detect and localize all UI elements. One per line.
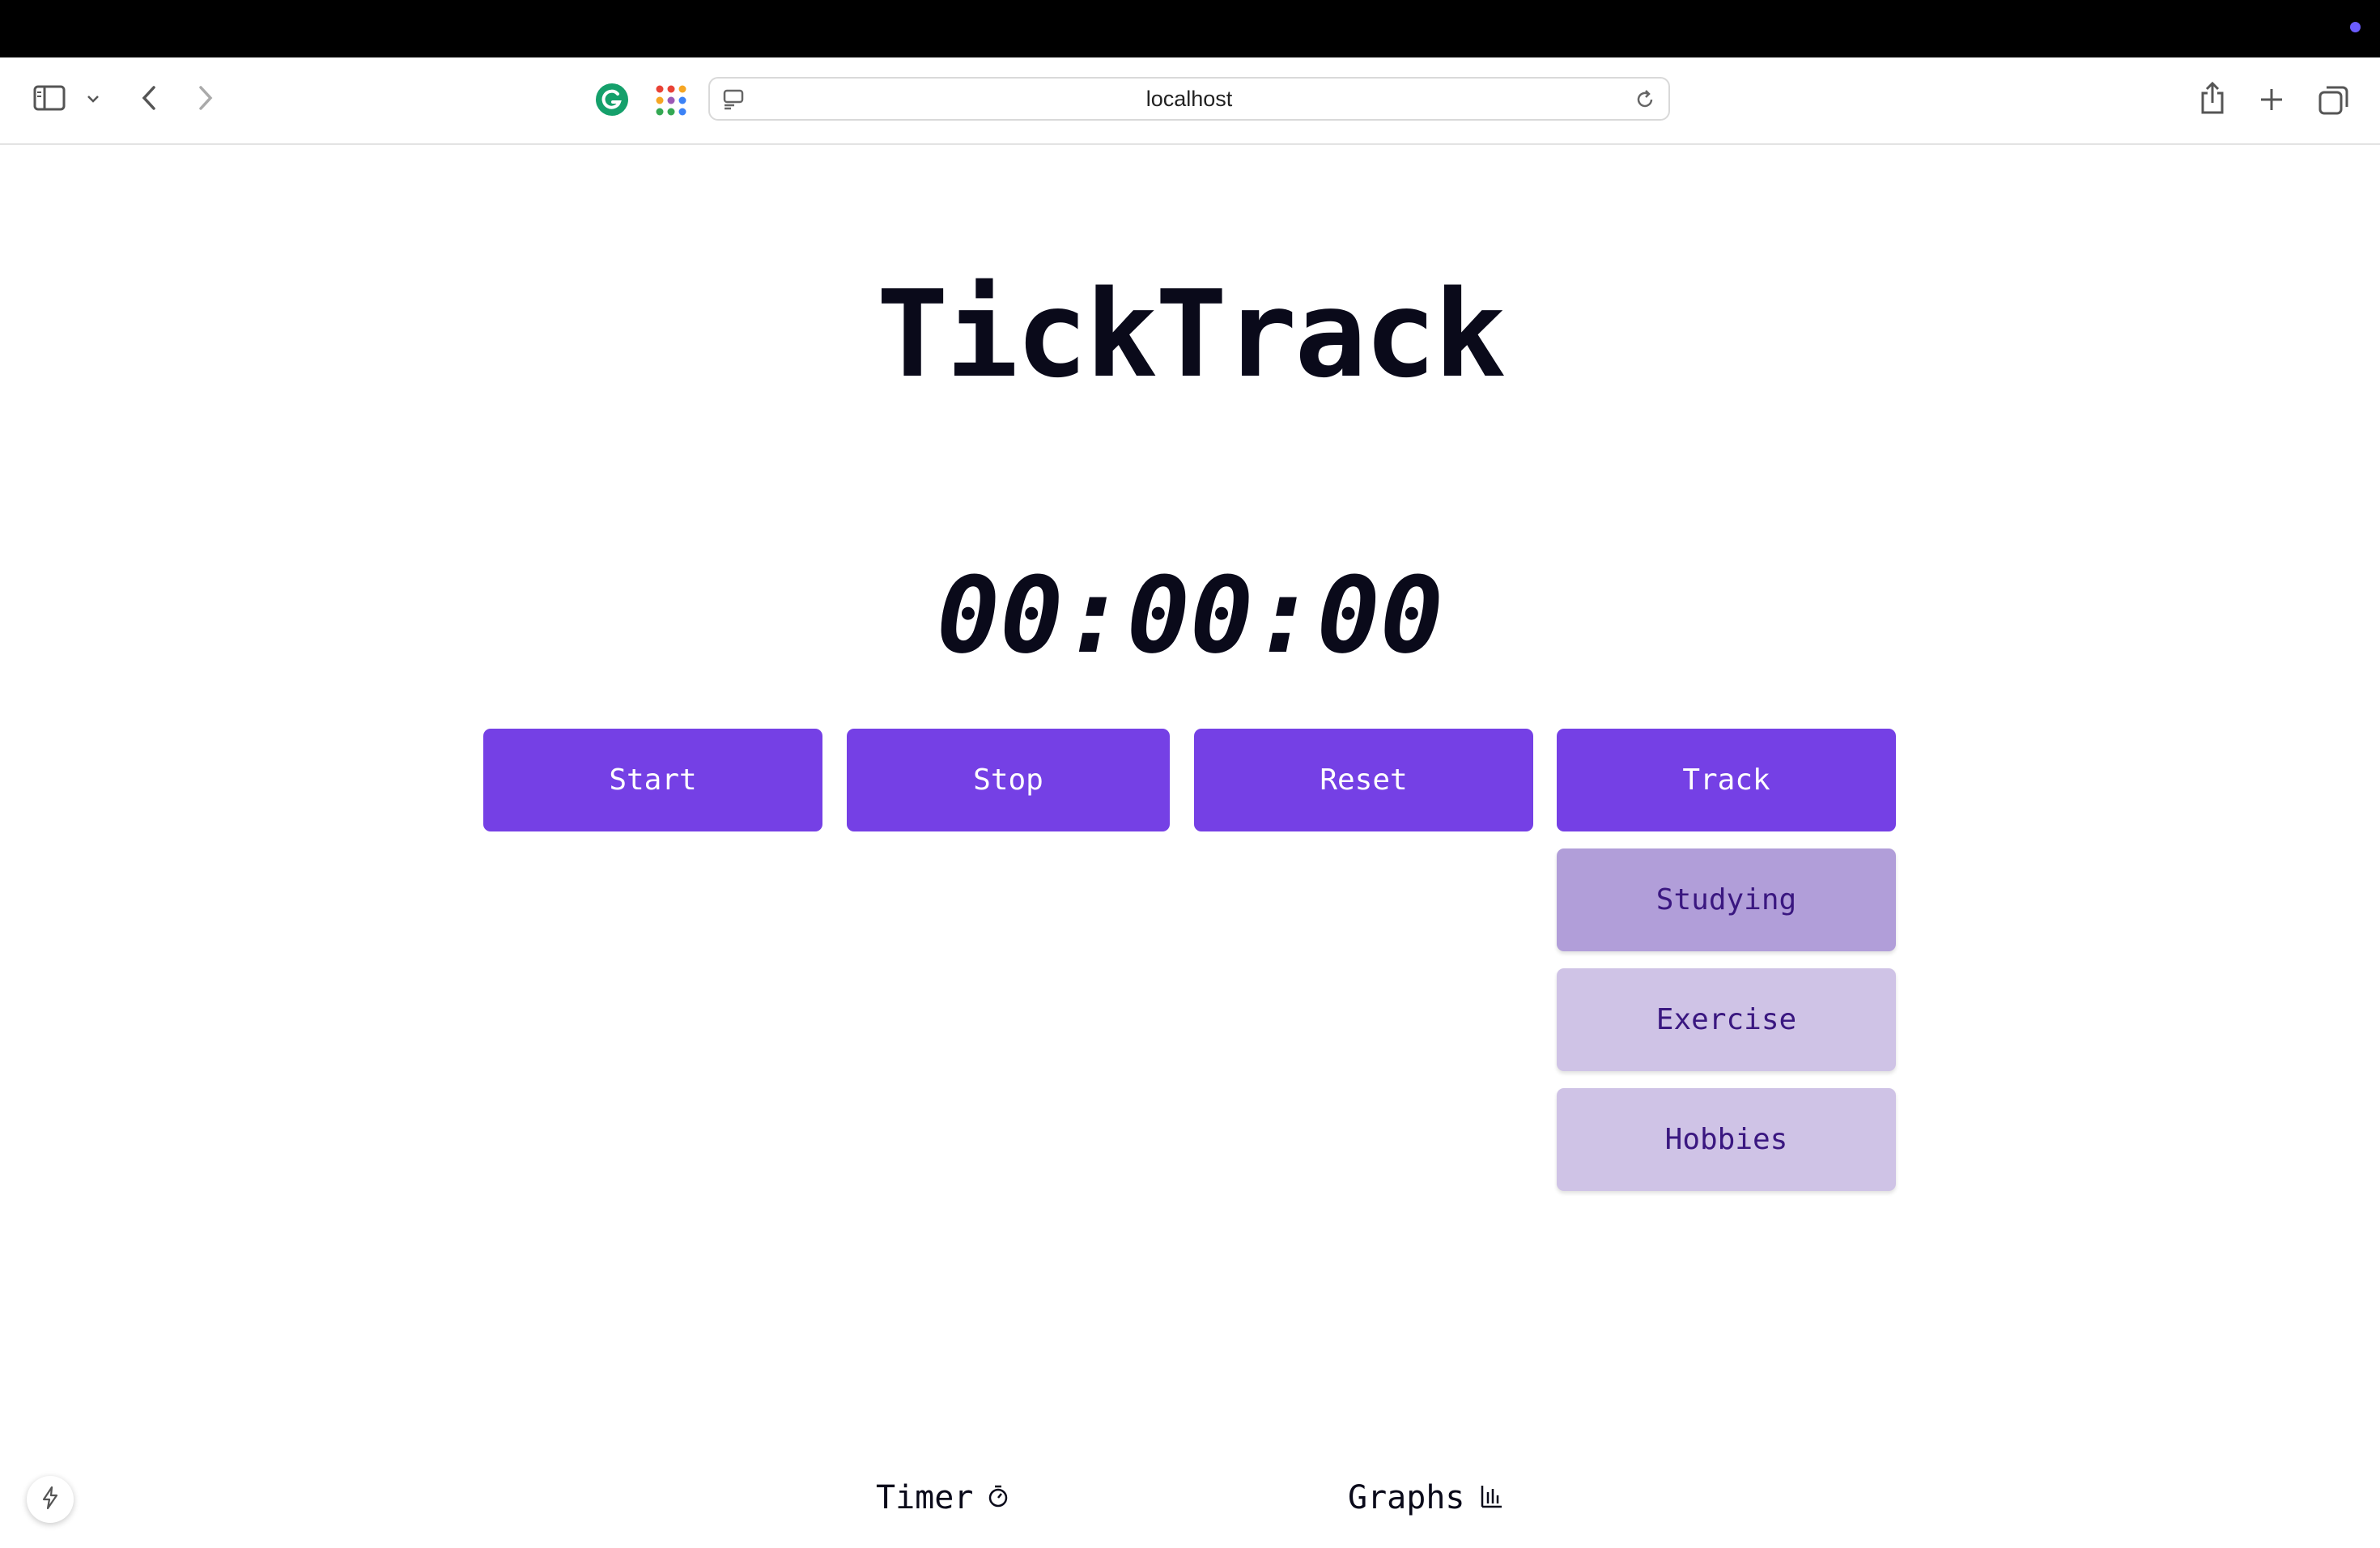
apps-grid-icon[interactable]	[654, 83, 688, 117]
stop-button[interactable]: Stop	[847, 729, 1170, 831]
timer-display: 00:00:00	[936, 554, 1444, 677]
system-menu-bar	[0, 0, 2380, 57]
stopwatch-icon	[988, 1479, 1009, 1516]
grammarly-extension-icon[interactable]	[594, 82, 630, 117]
start-button[interactable]: Start	[483, 729, 822, 831]
dev-tools-button[interactable]	[27, 1476, 74, 1523]
back-arrow-icon[interactable]	[134, 82, 164, 114]
sidebar-toggle-icon[interactable]	[31, 82, 68, 114]
lightning-bolt-icon	[40, 1486, 61, 1513]
chevron-down-icon[interactable]	[84, 90, 102, 108]
url-text: localhost	[1145, 87, 1233, 111]
reload-icon[interactable]	[1633, 88, 1657, 111]
share-icon[interactable]	[2196, 80, 2229, 116]
app-title: TickTrack	[876, 265, 1507, 404]
track-option-exercise[interactable]: Exercise	[1557, 968, 1896, 1071]
track-option-hobbies[interactable]: Hobbies	[1557, 1088, 1896, 1191]
address-bar[interactable]: localhost	[708, 77, 1670, 121]
tab-overview-icon[interactable]	[2316, 82, 2352, 117]
browser-toolbar: localhost	[0, 57, 2380, 145]
track-button[interactable]: Track	[1557, 729, 1896, 831]
status-dot-icon	[2350, 22, 2361, 32]
new-tab-icon[interactable]	[2255, 83, 2288, 116]
reset-button[interactable]: Reset	[1194, 729, 1533, 831]
nav-graphs[interactable]: Graphs	[1348, 1474, 1502, 1522]
bar-chart-icon	[1480, 1479, 1502, 1516]
nav-graphs-label: Graphs	[1348, 1479, 1465, 1516]
nav-timer-label: Timer	[876, 1479, 974, 1516]
nav-timer[interactable]: Timer	[876, 1474, 1009, 1522]
forward-arrow-icon[interactable]	[191, 82, 220, 114]
track-option-studying[interactable]: Studying	[1557, 848, 1896, 951]
